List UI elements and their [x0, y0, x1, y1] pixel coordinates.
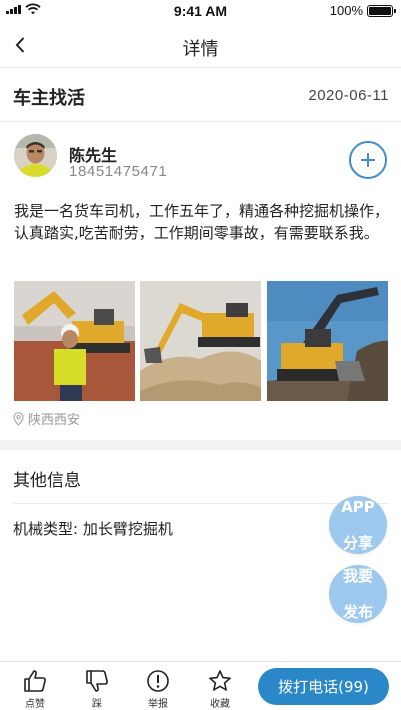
- favorite-label: 收藏: [210, 699, 230, 710]
- app-share-line2: 分享: [342, 534, 373, 552]
- publish-line2: 发布: [342, 603, 373, 621]
- thumbs-down-icon: [86, 670, 108, 692]
- like-label: 点赞: [25, 699, 45, 710]
- photo-3[interactable]: [266, 281, 388, 401]
- plus-icon: [361, 153, 375, 167]
- publish-line1: 我要: [342, 567, 373, 585]
- excavator-photo: [140, 281, 262, 401]
- battery-percent: 100%: [329, 3, 363, 18]
- report-button[interactable]: 举报: [140, 668, 176, 710]
- machine-type-value: 加长臂挖掘机: [82, 520, 173, 538]
- call-button[interactable]: 拨打电话 (99): [258, 668, 389, 705]
- avatar-image: [14, 134, 57, 177]
- like-button[interactable]: 点赞: [17, 668, 53, 710]
- post-title: 车主找活: [13, 88, 85, 109]
- location: 陕西西安: [13, 409, 80, 428]
- post-description: 我是一名货车司机，工作五年了，精通各种挖掘机操作，认真踏实,吃苦耐劳，工作期间零…: [14, 202, 390, 242]
- call-label: 拨打电话: [278, 678, 339, 696]
- other-info-title: 其他信息: [13, 471, 81, 491]
- favorite-button[interactable]: 收藏: [202, 668, 238, 710]
- dislike-button[interactable]: 踩: [79, 668, 115, 710]
- app-share-button[interactable]: APP 分享: [329, 496, 387, 554]
- excavator-photo: [266, 281, 388, 401]
- post-header: 车主找活 2020-06-11: [0, 68, 401, 122]
- page-title: 详情: [182, 39, 219, 60]
- report-icon: [147, 670, 169, 692]
- other-info-divider: [13, 503, 389, 504]
- thumbs-up-icon: [24, 670, 46, 692]
- publish-button[interactable]: 我要 发布: [329, 565, 387, 623]
- user-row: 陈先生 18451475471: [0, 134, 401, 186]
- location-pin-icon: [13, 411, 24, 426]
- section-divider: [0, 440, 401, 450]
- excavator-photo: [14, 281, 135, 401]
- avatar[interactable]: [14, 134, 57, 177]
- follow-button[interactable]: [349, 141, 387, 179]
- photo-2[interactable]: [140, 281, 262, 401]
- photo-gallery: [14, 281, 388, 401]
- status-bar: 9:41 AM 100%: [0, 0, 401, 22]
- status-right: 100%: [329, 3, 396, 18]
- location-text: 陕西西安: [28, 413, 81, 428]
- machine-type-row: 机械类型: 加长臂挖掘机: [13, 518, 173, 539]
- photo-1[interactable]: [14, 281, 135, 401]
- battery-icon: [367, 4, 396, 17]
- post-date: 2020-06-11: [308, 87, 389, 104]
- machine-type-label: 机械类型: [13, 520, 74, 538]
- bottom-action-bar: 点赞 踩 举报 收藏 拨打电话 (99): [0, 661, 401, 710]
- dislike-label: 踩: [92, 699, 102, 710]
- nav-bar: 详情: [0, 22, 401, 68]
- machine-type-separator: :: [73, 520, 79, 538]
- star-icon: [209, 670, 231, 691]
- report-label: 举报: [148, 699, 168, 710]
- user-phone: 18451475471: [69, 163, 168, 180]
- call-count: (99): [338, 677, 369, 696]
- app-share-line1: APP: [341, 498, 375, 516]
